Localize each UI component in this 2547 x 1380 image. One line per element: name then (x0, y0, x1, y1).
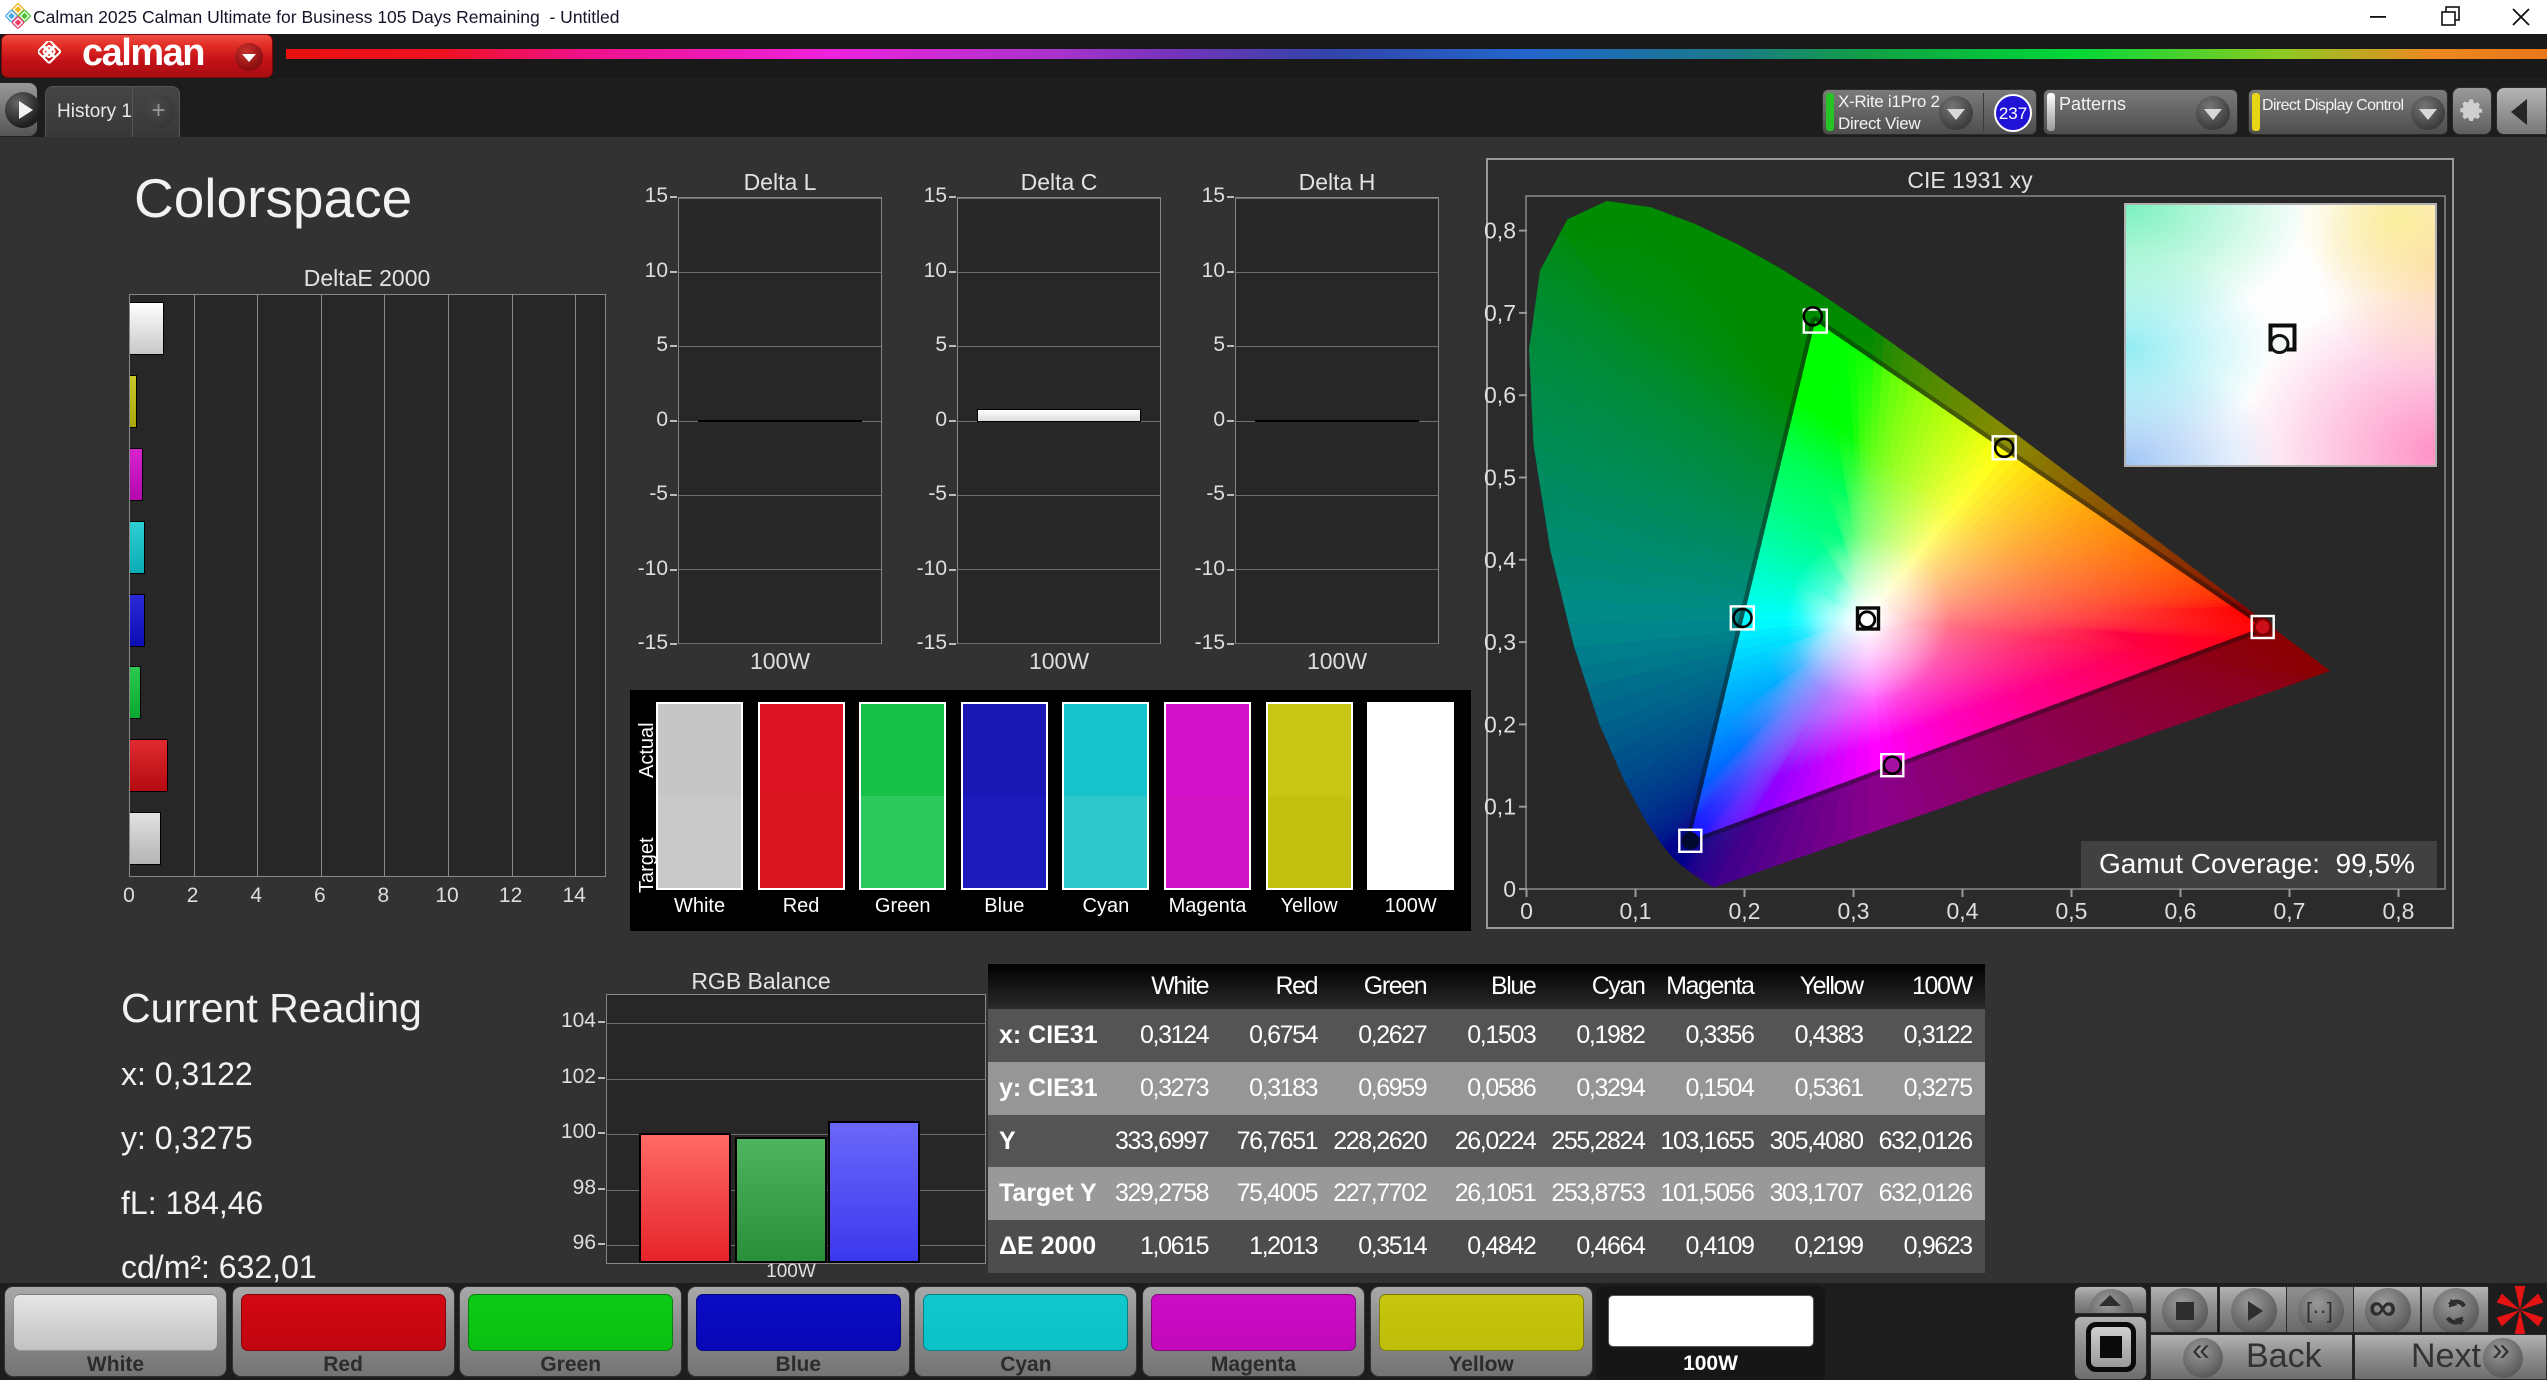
svg-text:0: 0 (1503, 876, 1516, 902)
svg-text:0,5: 0,5 (1484, 465, 1516, 491)
svg-text:0,1: 0,1 (1620, 898, 1652, 924)
svg-text:0: 0 (1520, 898, 1533, 924)
svg-text:0,4: 0,4 (1947, 898, 1979, 924)
svg-text:0,4: 0,4 (1484, 547, 1516, 573)
svg-text:0,1: 0,1 (1484, 794, 1516, 820)
svg-text:0,6: 0,6 (2165, 898, 2197, 924)
svg-text:0,5: 0,5 (2056, 898, 2088, 924)
svg-text:0,3: 0,3 (1838, 898, 1870, 924)
svg-text:0,7: 0,7 (2274, 898, 2306, 924)
svg-text:0,2: 0,2 (1484, 711, 1516, 737)
svg-text:0,3: 0,3 (1484, 629, 1516, 655)
svg-text:0,6: 0,6 (1484, 382, 1516, 408)
svg-text:0,7: 0,7 (1484, 300, 1516, 326)
svg-text:0,8: 0,8 (1484, 218, 1516, 244)
svg-text:0,8: 0,8 (2383, 898, 2415, 924)
svg-text:0,2: 0,2 (1729, 898, 1761, 924)
